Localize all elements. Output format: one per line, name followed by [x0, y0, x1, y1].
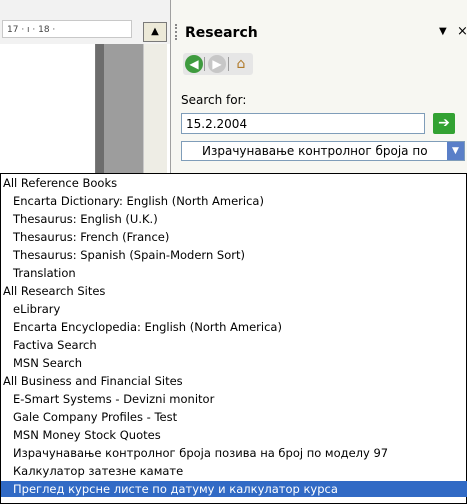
dropdown-item[interactable]: Израчунавање контролног броја позива на … — [1, 445, 467, 461]
dropdown-category[interactable]: All Research Sites — [1, 283, 467, 299]
dropdown-item[interactable]: Thesaurus: English (U.K.) — [1, 211, 467, 227]
source-dropdown-list: All Reference Books Encarta Dictionary: E… — [0, 173, 467, 504]
scroll-up-button[interactable]: ▲ — [143, 22, 167, 42]
source-select[interactable]: Израчунавање контролног броја по ▼ — [181, 141, 465, 161]
dropdown-item[interactable]: Калкулатор затезне камате — [1, 463, 467, 479]
pane-header: Research ▼ × — [171, 16, 467, 44]
home-icon[interactable]: ⌂ — [232, 55, 250, 73]
dropdown-category[interactable]: All Business and Financial Sites — [1, 373, 467, 389]
go-arrow-icon[interactable]: ➔ — [433, 113, 455, 134]
dropdown-item[interactable]: Encarta Encyclopedia: English (North Ame… — [1, 319, 467, 335]
research-pane: Research ▼ × ◀ ▶ ⌂ Search for: ➔ Израчун… — [170, 0, 467, 175]
close-icon[interactable]: × — [457, 24, 467, 39]
pane-title: Research — [185, 25, 258, 41]
horizontal-ruler: 17 · ı · 18 · ▲ — [0, 0, 170, 44]
back-arrow-icon[interactable]: ◀ — [185, 55, 203, 73]
navigation-toolbar: ◀ ▶ ⌂ — [183, 53, 253, 75]
dropdown-item[interactable]: MSN Search — [1, 355, 467, 371]
vertical-scrollbar[interactable] — [143, 44, 167, 174]
dropdown-item[interactable]: Thesaurus: Spanish (Spain-Modern Sort) — [1, 247, 467, 263]
dropdown-item[interactable]: Translation — [1, 265, 467, 281]
dropdown-item[interactable]: Encarta Dictionary: English (North Ameri… — [1, 193, 467, 209]
forward-arrow-icon[interactable]: ▶ — [208, 55, 226, 73]
page-shadow — [96, 44, 104, 174]
dropdown-category[interactable]: All Reference Books — [1, 175, 467, 191]
drag-grip-icon[interactable] — [175, 24, 179, 40]
chevron-down-icon[interactable]: ▼ — [447, 142, 464, 160]
toolbar-separator — [204, 57, 205, 71]
search-label: Search for: — [181, 93, 247, 107]
dropdown-item[interactable]: MSN Money Stock Quotes — [1, 427, 467, 443]
dropdown-item[interactable]: Gale Company Profiles - Test — [1, 409, 467, 425]
dropdown-item[interactable]: Thesaurus: French (France) — [1, 229, 467, 245]
toolbar-separator — [228, 57, 229, 71]
source-select-value: Израчунавање контролног броја по — [202, 144, 428, 158]
pane-menu-icon[interactable]: ▼ — [439, 26, 447, 37]
dropdown-item[interactable]: Преглед курсне листе по датуму и калкула… — [1, 481, 467, 497]
dropdown-item[interactable]: eLibrary — [1, 301, 467, 317]
ruler-scale: 17 · ı · 18 · — [2, 20, 132, 38]
dropdown-item[interactable]: Factiva Search — [1, 337, 467, 353]
search-input[interactable] — [181, 113, 425, 134]
document-page[interactable] — [0, 44, 96, 174]
dropdown-item[interactable]: E-Smart Systems - Devizni monitor — [1, 391, 467, 407]
